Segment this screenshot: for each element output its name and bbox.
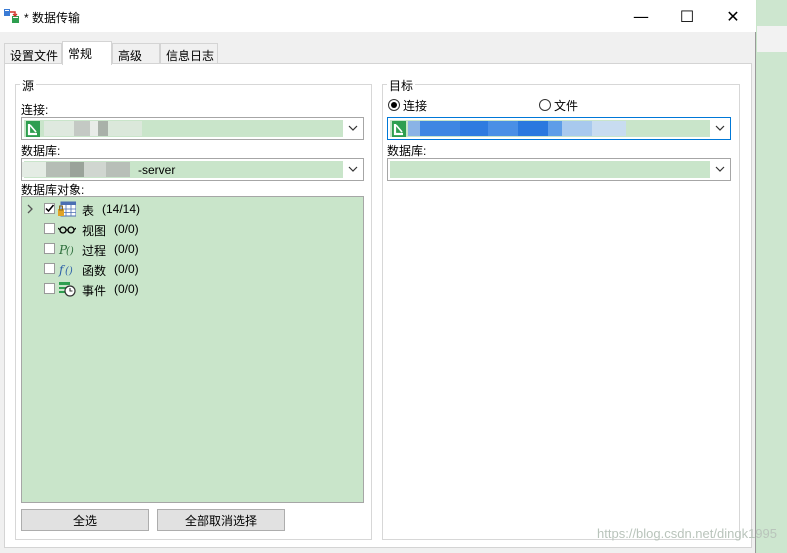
target-file-radio[interactable]	[539, 99, 551, 111]
close-button[interactable]: ✕	[710, 0, 756, 32]
tables-label: 表	[82, 204, 95, 218]
minimize-button[interactable]: —	[618, 0, 664, 32]
source-connection-label: 连接:	[21, 103, 49, 117]
tab-general[interactable]: 常规	[62, 41, 112, 65]
procedures-checkbox[interactable]	[44, 243, 55, 254]
redacted-block	[460, 121, 488, 136]
functions-checkbox[interactable]	[44, 263, 55, 274]
connection-icon	[26, 121, 40, 137]
redacted-block	[518, 121, 548, 136]
events-label: 事件	[82, 284, 107, 298]
procedures-count: (0/0)	[114, 242, 139, 256]
target-database-select[interactable]	[387, 158, 731, 181]
redacted-block	[562, 121, 592, 136]
events-checkbox[interactable]	[44, 283, 55, 294]
tree-item-functions[interactable]: f () 函数 (0/0)	[22, 259, 363, 279]
views-count: (0/0)	[114, 222, 139, 236]
window-title: * 数据传输	[24, 11, 81, 25]
svg-text:(): ()	[66, 246, 74, 257]
chevron-down-icon	[348, 166, 358, 172]
source-connection-select[interactable]	[21, 117, 364, 140]
redacted-block	[84, 162, 106, 177]
redacted-block	[106, 162, 130, 177]
events-count: (0/0)	[114, 282, 139, 296]
deselect-all-button[interactable]: 全部取消选择	[157, 509, 285, 531]
functions-count: (0/0)	[114, 262, 139, 276]
select-all-button[interactable]: 全选	[21, 509, 149, 531]
chevron-down-icon	[715, 166, 725, 172]
tab-settings-file[interactable]: 设置文件	[4, 43, 62, 63]
title-bar[interactable]: * 数据传输 — ☐ ✕	[0, 0, 756, 32]
svg-text:(): ()	[65, 266, 73, 277]
general-tab-panel: 源 连接: 数据库: -server 数据库对象: 表 (14/14) 视图 (…	[4, 63, 752, 548]
chevron-down-icon	[348, 125, 358, 131]
database-objects-tree[interactable]: 表 (14/14) 视图 (0/0) P () 过程 (0/0) f () 函数…	[21, 196, 364, 503]
tree-item-events[interactable]: 事件 (0/0)	[22, 279, 363, 299]
views-checkbox[interactable]	[44, 223, 55, 234]
redacted-block	[592, 121, 626, 136]
redacted-block	[74, 121, 90, 136]
redacted-block	[108, 121, 142, 136]
background-window-bar	[757, 26, 787, 52]
target-database-label: 数据库:	[387, 144, 427, 158]
data-transfer-window: * 数据传输 — ☐ ✕ 设置文件 常规 高级 信息日志 源 连接: 数据库: …	[0, 0, 756, 553]
redacted-block	[98, 121, 108, 136]
tab-advanced[interactable]: 高级	[112, 43, 160, 63]
views-label: 视图	[82, 224, 107, 238]
tree-item-views[interactable]: 视图 (0/0)	[22, 219, 363, 239]
redacted-block	[44, 121, 74, 136]
redacted-block	[548, 121, 562, 136]
table-icon	[58, 201, 76, 217]
target-connection-radio-label[interactable]: 连接	[403, 97, 427, 114]
target-database-field	[390, 161, 710, 178]
functions-label: 函数	[82, 264, 107, 278]
tree-item-procedures[interactable]: P () 过程 (0/0)	[22, 239, 363, 259]
redacted-block	[22, 162, 46, 177]
source-legend: 源	[20, 77, 37, 94]
redacted-block	[46, 162, 70, 177]
target-connection-radio[interactable]	[388, 99, 400, 111]
target-connection-select[interactable]	[387, 117, 731, 140]
function-icon: f ()	[58, 263, 73, 277]
procedure-icon: P ()	[58, 243, 74, 257]
connection-icon	[392, 121, 406, 137]
source-database-value: -server	[138, 163, 176, 177]
tables-checkbox[interactable]	[44, 203, 55, 214]
procedures-label: 过程	[82, 244, 107, 258]
source-database-label: 数据库:	[21, 144, 61, 158]
chevron-right-icon[interactable]	[26, 204, 34, 214]
source-database-select[interactable]: -server	[21, 158, 364, 181]
redacted-block	[408, 121, 420, 136]
redacted-block	[90, 121, 98, 136]
tab-message-log[interactable]: 信息日志	[160, 43, 218, 63]
background-window	[757, 0, 787, 553]
redacted-block	[70, 162, 84, 177]
redacted-block	[488, 121, 518, 136]
maximize-button[interactable]: ☐	[664, 0, 710, 32]
watermark: https://blog.csdn.net/dingk1995	[597, 526, 777, 541]
chevron-down-icon	[715, 125, 725, 131]
event-icon	[59, 282, 76, 297]
data-transfer-icon	[4, 9, 19, 23]
glasses-icon	[58, 226, 76, 234]
target-legend: 目标	[387, 77, 416, 94]
tree-item-tables[interactable]: 表 (14/14)	[22, 199, 363, 219]
tables-count: (14/14)	[102, 202, 141, 216]
redacted-block	[420, 121, 460, 136]
target-file-radio-label[interactable]: 文件	[554, 97, 578, 114]
target-group: 目标	[382, 77, 740, 540]
check-icon	[45, 204, 55, 213]
